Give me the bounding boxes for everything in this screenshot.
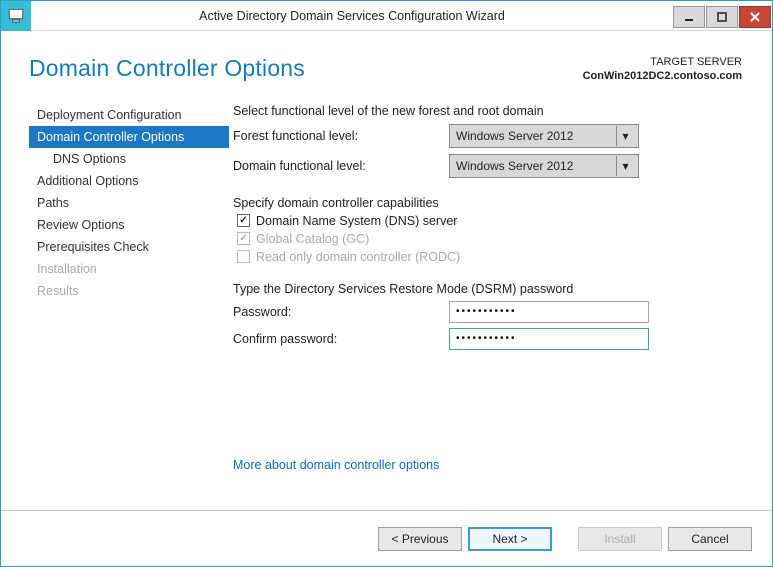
password-input[interactable]: [449, 301, 649, 323]
sidebar-item-paths[interactable]: Paths: [29, 192, 229, 214]
sidebar-item-installation: Installation: [29, 258, 229, 280]
sidebar-item-prereq[interactable]: Prerequisites Check: [29, 236, 229, 258]
minimize-button[interactable]: [673, 6, 705, 28]
dropdown-arrow-icon: ▾: [616, 126, 634, 146]
target-server-label: TARGET SERVER: [583, 55, 742, 69]
titlebar: Active Directory Domain Services Configu…: [1, 1, 772, 31]
maximize-button[interactable]: [706, 6, 738, 28]
functional-level-heading: Select functional level of the new fores…: [233, 104, 750, 118]
dns-checkbox[interactable]: [237, 214, 250, 227]
sidebar-item-dc-options[interactable]: Domain Controller Options: [29, 126, 229, 148]
header: Domain Controller Options TARGET SERVER …: [1, 31, 772, 84]
app-icon: [1, 1, 31, 31]
sidebar-item-deployment[interactable]: Deployment Configuration: [29, 104, 229, 126]
install-button: Install: [578, 527, 662, 551]
confirm-password-input[interactable]: [449, 328, 649, 350]
target-server-block: TARGET SERVER ConWin2012DC2.contoso.com: [583, 55, 742, 84]
sidebar-item-additional[interactable]: Additional Options: [29, 170, 229, 192]
footer: < Previous Next > Install Cancel: [1, 510, 772, 566]
rodc-checkbox-label: Read only domain controller (RODC): [256, 250, 460, 264]
dsrm-heading: Type the Directory Services Restore Mode…: [233, 282, 750, 296]
close-button[interactable]: [739, 6, 771, 28]
gc-checkbox: [237, 232, 250, 245]
forest-level-value: Windows Server 2012: [456, 129, 573, 143]
sidebar: Deployment Configuration Domain Controll…: [29, 104, 229, 510]
main-panel: Select functional level of the new fores…: [229, 104, 750, 510]
cancel-button[interactable]: Cancel: [668, 527, 752, 551]
password-label: Password:: [233, 305, 449, 319]
window-title: Active Directory Domain Services Configu…: [31, 9, 673, 23]
gc-checkbox-label: Global Catalog (GC): [256, 232, 369, 246]
capabilities-heading: Specify domain controller capabilities: [233, 196, 750, 210]
forest-level-select[interactable]: Windows Server 2012 ▾: [449, 124, 639, 148]
dns-checkbox-label: Domain Name System (DNS) server: [256, 214, 457, 228]
body: Deployment Configuration Domain Controll…: [1, 84, 772, 510]
sidebar-item-results: Results: [29, 280, 229, 302]
domain-level-value: Windows Server 2012: [456, 159, 573, 173]
wizard-window: Active Directory Domain Services Configu…: [0, 0, 773, 567]
window-controls: [673, 4, 772, 28]
confirm-password-label: Confirm password:: [233, 332, 449, 346]
page-title: Domain Controller Options: [29, 55, 305, 84]
next-button[interactable]: Next >: [468, 527, 552, 551]
sidebar-item-dns-options[interactable]: DNS Options: [29, 148, 229, 170]
more-about-link[interactable]: More about domain controller options: [233, 458, 439, 472]
sidebar-item-review[interactable]: Review Options: [29, 214, 229, 236]
target-server-host: ConWin2012DC2.contoso.com: [583, 69, 742, 83]
forest-level-label: Forest functional level:: [233, 129, 449, 143]
previous-button[interactable]: < Previous: [378, 527, 462, 551]
domain-level-label: Domain functional level:: [233, 159, 449, 173]
dropdown-arrow-icon: ▾: [616, 156, 634, 176]
rodc-checkbox: [237, 250, 250, 263]
domain-level-select[interactable]: Windows Server 2012 ▾: [449, 154, 639, 178]
